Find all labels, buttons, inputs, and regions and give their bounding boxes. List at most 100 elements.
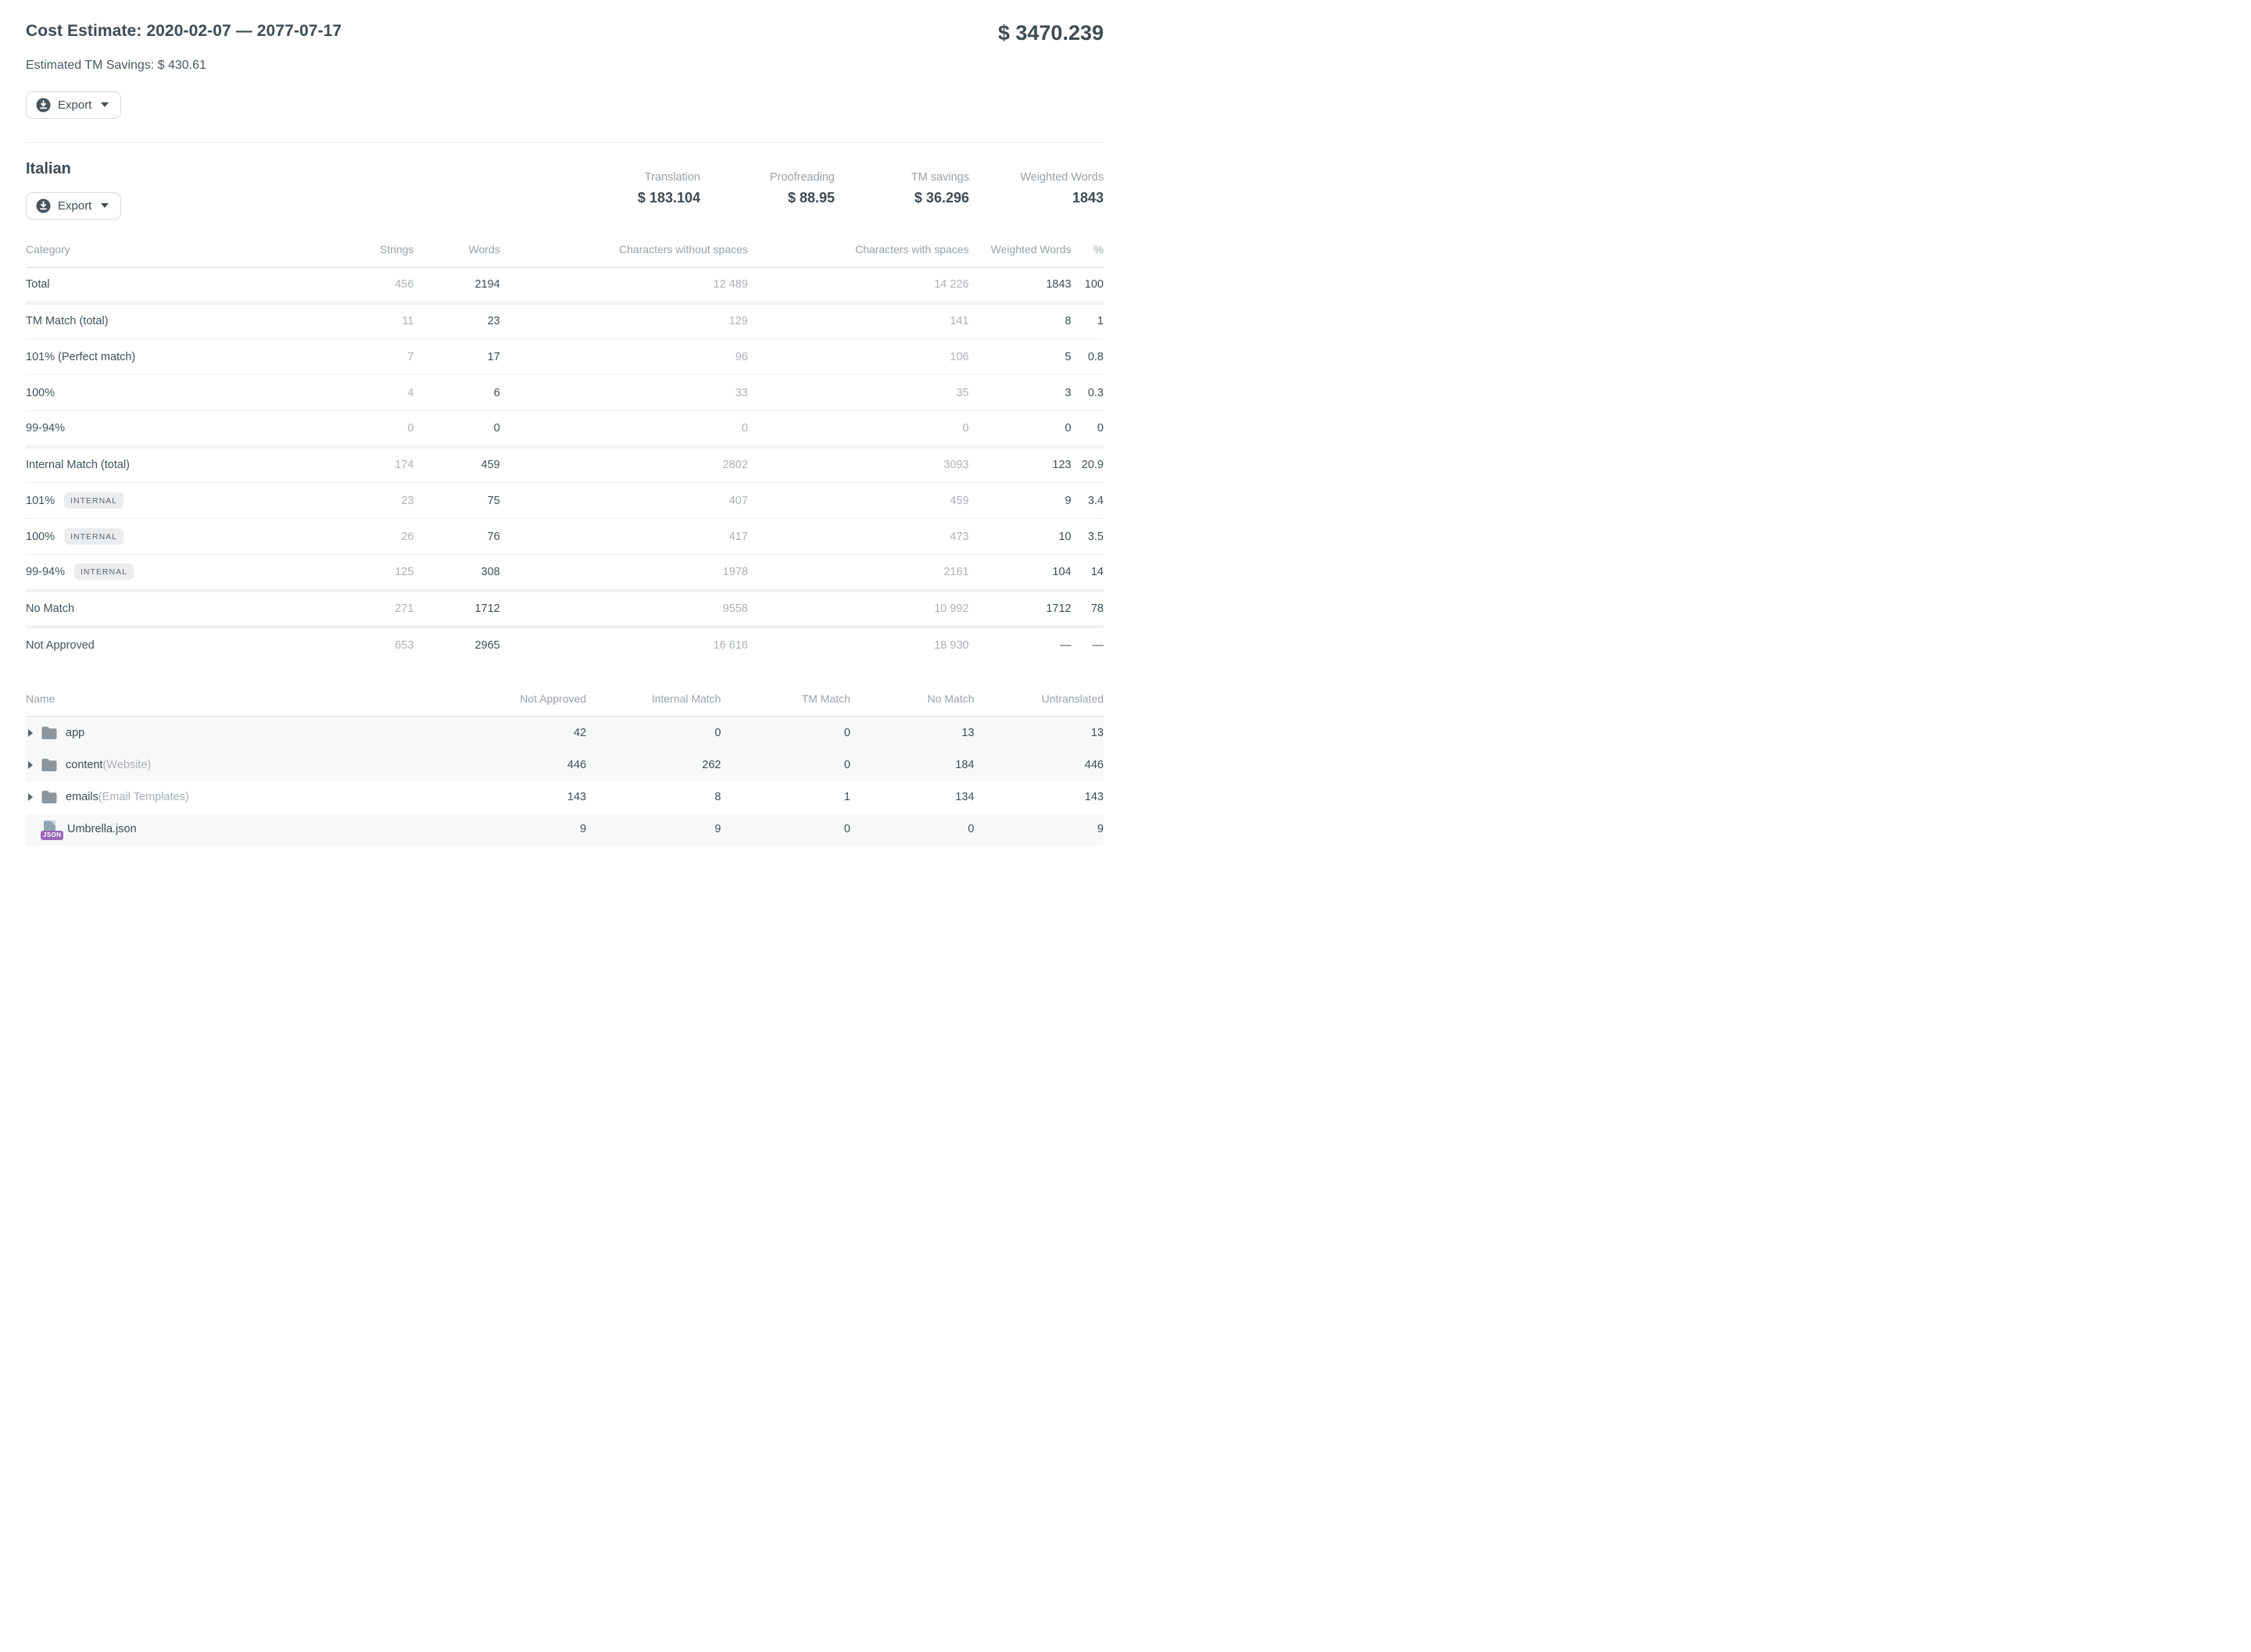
stat-proofreading: Proofreading $ 88.95 bbox=[750, 171, 835, 206]
col-header-percent: % bbox=[1072, 237, 1104, 267]
words-cell: 0 bbox=[413, 411, 499, 447]
col-header-internal-match: Internal Match bbox=[586, 686, 721, 717]
col-header-chars-no-spaces: Characters without spaces bbox=[500, 237, 748, 267]
percent-cell: 0 bbox=[1072, 411, 1104, 447]
category-cell: Total bbox=[26, 267, 317, 303]
stat-value: 1843 bbox=[1019, 190, 1104, 206]
chars-spaces-cell: 14 226 bbox=[748, 267, 969, 303]
words-cell: 75 bbox=[413, 483, 499, 519]
chars-no-spaces-cell: 2802 bbox=[500, 447, 748, 483]
table-row: 101% (Perfect match) 7 17 96 106 5 0.8 bbox=[26, 339, 1104, 375]
category-cell: 99-94%INTERNAL bbox=[26, 555, 317, 591]
words-cell: 76 bbox=[413, 519, 499, 555]
file-name: emails bbox=[66, 791, 98, 803]
not-approved-cell: 42 bbox=[435, 717, 586, 749]
folder-icon bbox=[41, 790, 58, 804]
no-match-cell: 184 bbox=[850, 749, 975, 781]
untranslated-cell: 9 bbox=[975, 813, 1104, 846]
file-row-content[interactable]: content(Website) 446 262 0 184 446 bbox=[26, 749, 1104, 781]
percent-cell: 0.3 bbox=[1072, 375, 1104, 411]
chars-spaces-cell: 18 930 bbox=[748, 627, 969, 663]
internal-match-cell: 0 bbox=[586, 717, 721, 749]
expand-arrow-icon[interactable] bbox=[28, 761, 33, 769]
name-cell: emails(Email Templates) bbox=[26, 781, 435, 813]
weighted-cell: 5 bbox=[969, 339, 1072, 375]
internal-match-cell: 8 bbox=[586, 781, 721, 813]
words-cell: 1712 bbox=[413, 591, 499, 627]
page-title: Cost Estimate: 2020-02-07 — 2077-07-17 bbox=[26, 22, 342, 41]
language-export-button[interactable]: Export bbox=[26, 192, 121, 220]
strings-cell: 4 bbox=[317, 375, 413, 411]
file-suffix: (Email Templates) bbox=[98, 791, 189, 803]
strings-cell: 125 bbox=[317, 555, 413, 591]
files-table-header-row: Name Not Approved Internal Match TM Matc… bbox=[26, 686, 1104, 717]
report-header: Cost Estimate: 2020-02-07 — 2077-07-17 $… bbox=[26, 0, 1104, 45]
category-label: 100% bbox=[26, 531, 55, 543]
chars-spaces-cell: 0 bbox=[748, 411, 969, 447]
chars-no-spaces-cell: 16 616 bbox=[500, 627, 748, 663]
category-cell: 101% (Perfect match) bbox=[26, 339, 317, 375]
words-cell: 17 bbox=[413, 339, 499, 375]
export-button-label: Export bbox=[58, 199, 91, 213]
internal-match-cell: 9 bbox=[586, 813, 721, 846]
internal-badge: INTERNAL bbox=[64, 528, 123, 545]
chars-spaces-cell: 141 bbox=[748, 303, 969, 339]
json-badge-label: JSON bbox=[41, 831, 63, 840]
stat-label: TM savings bbox=[885, 171, 969, 184]
section-divider bbox=[26, 142, 1104, 143]
file-row-app[interactable]: app 42 0 0 13 13 bbox=[26, 717, 1104, 749]
percent-cell: 14 bbox=[1072, 555, 1104, 591]
file-row-emails[interactable]: emails(Email Templates) 143 8 1 134 143 bbox=[26, 781, 1104, 813]
chars-spaces-cell: 10 992 bbox=[748, 591, 969, 627]
weighted-cell: — bbox=[969, 627, 1072, 663]
col-header-tm-match: TM Match bbox=[721, 686, 850, 717]
chars-spaces-cell: 473 bbox=[748, 519, 969, 555]
strings-cell: 0 bbox=[317, 411, 413, 447]
words-cell: 2194 bbox=[413, 267, 499, 303]
chevron-down-icon bbox=[101, 102, 109, 107]
weighted-cell: 9 bbox=[969, 483, 1072, 519]
chars-no-spaces-cell: 0 bbox=[500, 411, 748, 447]
untranslated-cell: 143 bbox=[975, 781, 1104, 813]
name-cell: app bbox=[26, 717, 435, 749]
col-header-category: Category bbox=[26, 237, 317, 267]
col-header-name: Name bbox=[26, 686, 435, 717]
language-name: Italian bbox=[26, 160, 121, 178]
chevron-down-icon bbox=[101, 203, 109, 208]
chars-spaces-cell: 459 bbox=[748, 483, 969, 519]
export-button[interactable]: Export bbox=[26, 91, 121, 119]
table-row: Internal Match (total) 174 459 2802 3093… bbox=[26, 447, 1104, 483]
weighted-cell: 104 bbox=[969, 555, 1072, 591]
table-row: 100%INTERNAL 26 76 417 473 10 3.5 bbox=[26, 519, 1104, 555]
weighted-cell: 123 bbox=[969, 447, 1072, 483]
percent-cell: 0.8 bbox=[1072, 339, 1104, 375]
untranslated-cell: 446 bbox=[975, 749, 1104, 781]
words-cell: 2965 bbox=[413, 627, 499, 663]
folder-icon bbox=[41, 758, 58, 772]
file-name: content bbox=[66, 759, 103, 771]
category-label: 101% bbox=[26, 495, 55, 507]
strings-cell: 653 bbox=[317, 627, 413, 663]
expand-arrow-icon[interactable] bbox=[28, 729, 33, 737]
no-match-cell: 13 bbox=[850, 717, 975, 749]
category-table-header-row: Category Strings Words Characters withou… bbox=[26, 237, 1104, 267]
stat-value: $ 36.296 bbox=[885, 190, 969, 206]
stat-label: Translation bbox=[616, 171, 700, 184]
percent-cell: 100 bbox=[1072, 267, 1104, 303]
stat-weighted-words: Weighted Words 1843 bbox=[1019, 171, 1104, 206]
file-name: Umbrella.json bbox=[67, 823, 137, 835]
table-row: 99-94%INTERNAL 125 308 1978 2161 104 14 bbox=[26, 555, 1104, 591]
table-row: 101%INTERNAL 23 75 407 459 9 3.4 bbox=[26, 483, 1104, 519]
tm-match-cell: 0 bbox=[721, 717, 850, 749]
percent-cell: 20.9 bbox=[1072, 447, 1104, 483]
file-row-umbrella-json[interactable]: JSON Umbrella.json 9 9 0 0 9 bbox=[26, 813, 1104, 846]
table-row: No Match 271 1712 9558 10 992 1712 78 bbox=[26, 591, 1104, 627]
tm-match-cell: 0 bbox=[721, 749, 850, 781]
internal-match-cell: 262 bbox=[586, 749, 721, 781]
chars-no-spaces-cell: 12 489 bbox=[500, 267, 748, 303]
file-suffix: (Website) bbox=[103, 759, 152, 771]
expand-arrow-icon[interactable] bbox=[28, 793, 33, 801]
col-header-chars-spaces: Characters with spaces bbox=[748, 237, 969, 267]
download-icon bbox=[36, 98, 51, 113]
strings-cell: 456 bbox=[317, 267, 413, 303]
